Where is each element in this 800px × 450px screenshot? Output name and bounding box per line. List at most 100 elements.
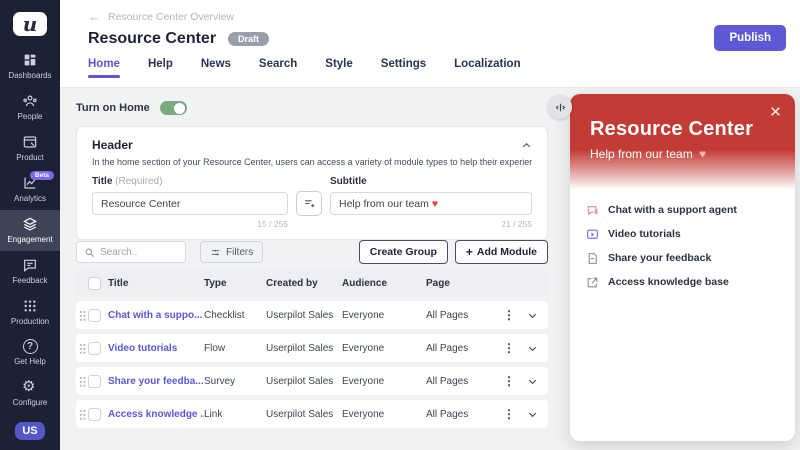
sidebar-item-feedback[interactable]: Feedback [0,251,60,292]
drag-handle-icon[interactable] [79,409,86,420]
external-link-icon [586,276,599,289]
publish-button[interactable]: Publish [714,25,786,51]
module-type: Flow [204,343,266,354]
preview-resize-handle[interactable] [548,95,572,119]
turn-on-home-label: Turn on Home [76,102,150,114]
drag-handle-icon[interactable] [79,343,86,354]
user-avatar[interactable]: US [15,422,45,440]
sidebar-item-label: Get Help [14,357,46,366]
header-card: Header In the home section of your Resou… [76,126,548,240]
title-row: Resource Center Draft [60,23,800,48]
text-options-button[interactable] [296,191,322,216]
kebab-menu-icon[interactable]: ⋮ [503,374,515,388]
list-add-icon [303,197,316,210]
module-audience: Everyone [342,310,426,321]
sidebar-item-dashboards[interactable]: Dashboards [0,46,60,87]
module-created-by: Userpilot Sales [266,376,342,387]
chevron-down-icon[interactable] [527,409,538,420]
filters-button[interactable]: Filters [200,241,263,263]
subtitle-field-group: Subtitle Help from our team ♥ 21 / 255 [330,176,532,229]
drag-handle-icon[interactable] [79,376,86,387]
sidebar-item-label: Dashboards [8,71,51,80]
title-char-counter: 15 / 255 [92,219,288,229]
close-icon[interactable] [769,105,782,118]
module-type: Survey [204,376,266,387]
preview-item-chat[interactable]: Chat with a support agent [586,198,779,222]
heart-icon: ♥ [432,198,438,210]
create-group-button[interactable]: Create Group [359,240,448,264]
sidebar-item-configure[interactable]: ⚙ Configure [0,373,60,414]
header-card-title: Header [92,138,133,152]
modules-toolbar: Filters Create Group + Add Module [76,240,548,264]
sidebar: u Dashboards People Product Beta Analyti… [0,0,60,450]
modules-table: Title Type Created by Audience Page Chat… [76,270,548,428]
preview-module-list: Chat with a support agent Video tutorial… [570,190,795,294]
breadcrumb[interactable]: ← Resource Center Overview [60,0,234,23]
document-icon [586,252,599,265]
select-all-checkbox[interactable] [88,277,101,290]
module-title-link[interactable]: Video tutorials [108,343,204,354]
breadcrumb-label: Resource Center Overview [108,11,234,23]
module-audience: Everyone [342,409,426,420]
sidebar-item-engagement[interactable]: Engagement [0,210,60,251]
sidebar-item-label: Analytics [14,194,46,203]
kebab-menu-icon[interactable]: ⋮ [503,308,515,322]
sidebar-item-get-help[interactable]: ? Get Help [0,333,60,373]
title-input[interactable] [92,192,288,215]
tab-settings[interactable]: Settings [381,58,426,78]
tab-localization[interactable]: Localization [454,58,520,78]
collapse-chevron-up-icon[interactable] [521,140,532,151]
module-title-link[interactable]: Chat with a suppo... [108,310,204,321]
question-circle-icon: ? [23,339,38,354]
chevron-down-icon[interactable] [527,310,538,321]
kebab-menu-icon[interactable]: ⋮ [503,407,515,421]
tab-bar: Home Help News Search Style Settings Loc… [60,48,800,78]
tab-search[interactable]: Search [259,58,297,78]
kebab-menu-icon[interactable]: ⋮ [503,341,515,355]
sidebar-item-people[interactable]: People [0,87,60,128]
userpilot-logo[interactable]: u [13,12,47,36]
tab-style[interactable]: Style [325,58,353,78]
production-grid-icon [22,298,38,314]
preview-item-video[interactable]: Video tutorials [586,222,779,246]
module-title-link[interactable]: Access knowledge ... [108,409,204,420]
preview-item-knowledge-base[interactable]: Access knowledge base [586,270,779,294]
subtitle-char-counter: 21 / 255 [330,219,532,229]
row-checkbox[interactable] [88,408,101,421]
sidebar-item-analytics[interactable]: Beta Analytics [0,169,60,210]
row-checkbox[interactable] [88,375,101,388]
title-field-label: Title (Required) [92,176,288,187]
toggle-knob [174,103,185,114]
search-box[interactable] [76,241,186,263]
module-type: Checklist [204,310,266,321]
beta-badge: Beta [30,171,54,180]
module-created-by: Userpilot Sales [266,343,342,354]
sidebar-item-product[interactable]: Product [0,128,60,169]
drag-handle-icon[interactable] [79,310,86,321]
preview-item-feedback[interactable]: Share your feedback [586,246,779,270]
tab-news[interactable]: News [201,58,231,78]
module-page: All Pages [426,409,500,420]
sidebar-item-production[interactable]: Production [0,292,60,333]
table-row: Share your feedba... Survey Userpilot Sa… [76,367,548,395]
sidebar-item-label: Engagement [7,235,52,244]
status-badge: Draft [228,32,269,46]
page-title: Resource Center [88,30,216,48]
col-created-by: Created by [266,278,342,289]
tab-home[interactable]: Home [88,58,120,78]
chevron-down-icon[interactable] [527,343,538,354]
tab-help[interactable]: Help [148,58,173,78]
module-page: All Pages [426,310,500,321]
search-input[interactable] [100,247,178,258]
chevron-down-icon[interactable] [527,376,538,387]
add-module-button[interactable]: + Add Module [455,240,548,264]
subtitle-input[interactable]: Help from our team ♥ [330,192,532,215]
turn-on-home-toggle[interactable] [160,101,187,115]
row-checkbox[interactable] [88,309,101,322]
row-checkbox[interactable] [88,342,101,355]
subtitle-field-label: Subtitle [330,176,532,187]
avatar-initials: US [22,425,37,437]
people-icon [22,93,38,109]
col-audience: Audience [342,278,426,289]
module-title-link[interactable]: Share your feedba... [108,376,204,387]
